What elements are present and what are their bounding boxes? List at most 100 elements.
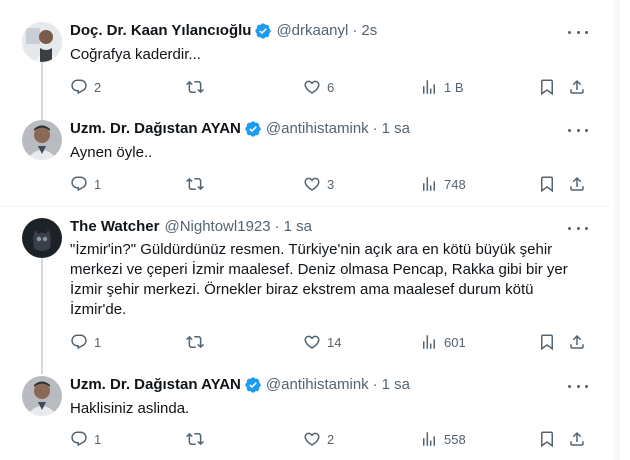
- retweet-icon: [186, 80, 204, 94]
- scrollbar[interactable]: [614, 0, 620, 460]
- avatar[interactable]: [22, 22, 62, 62]
- reply-icon: [71, 176, 87, 192]
- verified-badge-icon: [245, 377, 261, 393]
- reply-icon: [71, 79, 87, 95]
- more-options-icon[interactable]: [568, 122, 588, 138]
- timestamp[interactable]: 1 sa: [382, 119, 410, 139]
- views-chart-icon: [423, 177, 435, 191]
- tweet-text: Aynen öyle..: [70, 143, 570, 163]
- separator-dot: ·: [274, 218, 280, 235]
- tweet-header: Doç. Dr. Kaan Yılancıoğlu @drkaanyl · 2s: [70, 21, 377, 41]
- bookmark-icon: [541, 176, 553, 193]
- share-icon: [570, 176, 584, 191]
- share-icon: [570, 431, 584, 446]
- tweet-text-line: "İzmir'in?" Güldürdünüz resmen. Türkiye'…: [70, 241, 553, 258]
- timestamp[interactable]: 1 sa: [382, 375, 410, 395]
- views-button[interactable]: 748: [420, 174, 466, 194]
- avatar[interactable]: [22, 120, 62, 160]
- views-count: 558: [444, 431, 466, 447]
- bookmark-icon: [541, 334, 553, 351]
- bookmark-icon: [541, 431, 553, 448]
- tweet-actions: 1 14 601: [70, 332, 590, 352]
- user-handle[interactable]: @antihistamink: [266, 119, 369, 139]
- reply-button[interactable]: 1: [70, 332, 101, 352]
- avatar-photo: [22, 376, 62, 416]
- thread-connector-line: [41, 258, 43, 374]
- bookmark-button[interactable]: [538, 174, 556, 194]
- retweet-button[interactable]: [186, 174, 210, 194]
- display-name[interactable]: Uzm. Dr. Dağıstan AYAN: [70, 375, 241, 395]
- views-chart-icon: [423, 335, 435, 349]
- separator-dot: ·: [372, 120, 378, 137]
- user-handle[interactable]: @antihistamink: [266, 375, 369, 395]
- heart-icon: [304, 432, 320, 446]
- timestamp[interactable]: 1 sa: [284, 217, 312, 237]
- display-name[interactable]: The Watcher: [70, 217, 159, 237]
- bookmark-button[interactable]: [538, 429, 556, 449]
- more-options-icon[interactable]: [568, 220, 588, 236]
- share-button[interactable]: [568, 332, 586, 352]
- reply-icon: [71, 431, 87, 447]
- share-icon: [570, 334, 584, 349]
- retweet-icon: [186, 432, 204, 446]
- views-count: 601: [444, 334, 466, 350]
- like-button[interactable]: 6: [303, 77, 334, 97]
- more-options-icon[interactable]: [568, 24, 588, 40]
- like-button[interactable]: 2: [303, 429, 334, 449]
- share-button[interactable]: [568, 77, 586, 97]
- retweet-button[interactable]: [186, 332, 210, 352]
- share-button[interactable]: [568, 174, 586, 194]
- heart-icon: [304, 177, 320, 191]
- more-options-icon[interactable]: [568, 378, 588, 394]
- reply-count: 1: [94, 334, 102, 350]
- tweet-actions: 2 6 1 B: [70, 77, 590, 97]
- retweet-icon: [186, 335, 204, 349]
- reply-button[interactable]: 1: [70, 429, 101, 449]
- views-button[interactable]: 558: [420, 429, 466, 449]
- reply-icon: [71, 334, 87, 350]
- reply-button[interactable]: 2: [70, 77, 101, 97]
- views-button[interactable]: 1 B: [420, 77, 464, 97]
- user-handle[interactable]: @drkaanyl: [276, 21, 348, 41]
- tweet-text-line: Haklisiniz aslinda.: [70, 400, 190, 417]
- share-icon: [570, 79, 584, 94]
- avatar-photo: [22, 218, 62, 258]
- views-button[interactable]: 601: [420, 332, 466, 352]
- tweet-text-line: Coğrafya kaderdir...: [70, 46, 201, 63]
- tweet-text-line: merkezi ve çeperi İzmir maalesef. Deniz …: [70, 261, 568, 278]
- display-name[interactable]: Doç. Dr. Kaan Yılancıoğlu: [70, 21, 251, 41]
- tweet-text-line: İzmir şehir merkezi. Örnekler biraz ekst…: [70, 281, 534, 298]
- avatar[interactable]: [22, 376, 62, 416]
- reply-count: 1: [94, 176, 102, 192]
- retweet-icon: [186, 177, 204, 191]
- verified-badge-icon: [245, 121, 261, 137]
- retweet-button[interactable]: [186, 429, 210, 449]
- bookmark-button[interactable]: [538, 77, 556, 97]
- timestamp[interactable]: 2s: [361, 21, 377, 41]
- display-name[interactable]: Uzm. Dr. Dağıstan AYAN: [70, 119, 241, 139]
- share-button[interactable]: [568, 429, 586, 449]
- views-chart-icon: [423, 80, 435, 94]
- views-count: 748: [444, 176, 466, 192]
- reply-button[interactable]: 1: [70, 174, 101, 194]
- like-button[interactable]: 14: [303, 332, 341, 352]
- separator-dot: ·: [352, 22, 358, 39]
- tweet-header: Uzm. Dr. Dağıstan AYAN @antihistamink · …: [70, 119, 410, 139]
- retweet-button[interactable]: [186, 77, 210, 97]
- views-count: 1 B: [444, 79, 464, 95]
- tweet-divider: [0, 206, 610, 207]
- avatar[interactable]: [22, 218, 62, 258]
- like-count: 6: [327, 79, 335, 95]
- thread-connector-line: [41, 62, 43, 122]
- bookmark-button[interactable]: [538, 332, 556, 352]
- avatar-photo: [22, 120, 62, 160]
- user-handle[interactable]: @Nightowl1923: [164, 217, 270, 237]
- heart-icon: [304, 335, 320, 349]
- like-count: 3: [327, 176, 335, 192]
- tweet-text-line: Aynen öyle..: [70, 144, 153, 161]
- like-button[interactable]: 3: [303, 174, 334, 194]
- views-chart-icon: [423, 432, 435, 446]
- like-count: 14: [327, 334, 342, 350]
- tweet-text: Coğrafya kaderdir...: [70, 45, 570, 65]
- like-count: 2: [327, 431, 335, 447]
